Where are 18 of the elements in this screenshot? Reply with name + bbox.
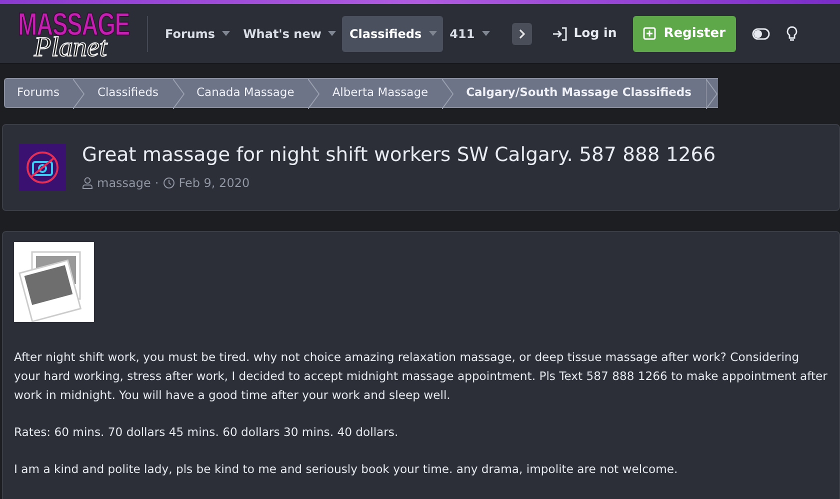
breadcrumb-link[interactable]: Calgary/South Massage Classifieds: [454, 79, 706, 107]
breadcrumb-link[interactable]: Classifieds: [85, 79, 173, 107]
breadcrumb-link[interactable]: Alberta Massage: [320, 79, 442, 107]
nav-tab[interactable]: Classifieds: [342, 16, 443, 52]
post-paragraph: Rates: 60 mins. 70 dollars 45 mins. 60 dollars 30 mins. 40 dollars.: [14, 424, 400, 442]
register-button[interactable]: Register: [632, 16, 736, 52]
post-date-link[interactable]: Feb 9, 2020: [178, 174, 250, 192]
separator-dot: ·: [154, 175, 159, 192]
author-link[interactable]: massage: [97, 174, 151, 192]
breadcrumb-link[interactable]: Canada Massage: [184, 79, 308, 107]
breadcrumb-link[interactable]: Forums: [5, 79, 74, 107]
thread-title: Great massage for night shift workers SW Calgary. 587 888 1266: [82, 143, 716, 166]
nav-tab[interactable]: What's new: [236, 16, 342, 52]
post-paragraph: I am a kind and polite lady, pls be kind to me and seriously book your time. any drama, impolite are not welcome.: [14, 461, 679, 478]
nav-tab[interactable]: 411: [442, 16, 496, 52]
login-button[interactable]: Log in: [546, 23, 623, 44]
nav-tab[interactable]: Forums: [158, 16, 236, 52]
post-paragraph: After night shift work, you must be tired. why not choice amazing relaxation massage, or deep tissue massage after work? Considering your hard working, stress after work, I decided to accept midnight massage appointment. Pls Text 587 888 1266 to make appointment after work in midnight. You will have a good time after your work and sleep well.: [14, 349, 828, 404]
